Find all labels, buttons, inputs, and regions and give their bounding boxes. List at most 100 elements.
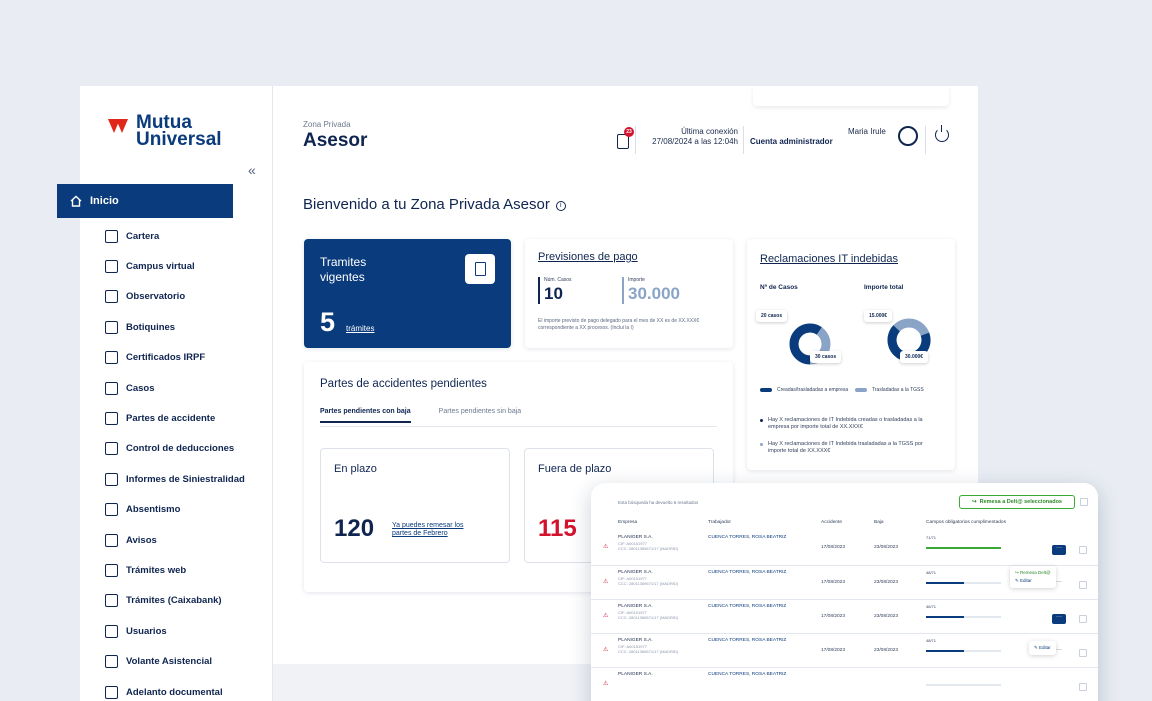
campos-progress-bar <box>926 616 1001 618</box>
sidebar-item-label: Certificados IRPF <box>126 352 206 364</box>
column-header-empresa[interactable]: Empresa <box>618 520 637 525</box>
cases-label-b: 30 casos <box>810 351 842 363</box>
table-row[interactable]: ⚠ PLANIGER S.A. CUENCA TORRES, ROSA BEATRI… <box>591 667 1098 701</box>
campos-value: 48/71 <box>926 570 937 575</box>
sidebar-item-cartera[interactable]: Cartera <box>105 221 245 251</box>
legend-label-a: Creadas/trasladadas a empresa <box>777 387 849 393</box>
header-divider <box>635 126 636 154</box>
trabajador-cell[interactable]: CUENCA TORRES, ROSA BEATRIZ <box>708 535 786 540</box>
table-row[interactable]: ⚠ PLANIGER S.A. CIF: A00151977 CCC: 2801136… <box>591 531 1098 565</box>
amount-header: Importe total <box>864 284 904 291</box>
sidebar-item-partes-de-accidente[interactable]: Partes de accidente <box>105 403 245 433</box>
trabajador-cell[interactable]: CUENCA TORRES, ROSA BEATRIZ <box>708 570 786 575</box>
sidebar-item-tr-mites-web[interactable]: Trámites web <box>105 555 245 585</box>
collapse-sidebar-button[interactable]: « <box>248 162 256 178</box>
users-icon <box>105 624 118 638</box>
legend-item-b: Trasladadas a la TGSS <box>855 387 950 393</box>
sidebar-item-usuarios[interactable]: Usuarios <box>105 616 245 646</box>
menu-remesa-label: Remesa Delt@ <box>1020 570 1051 575</box>
partes-tabs: Partes pendientes con baja Partes pendie… <box>320 408 549 423</box>
calculator-icon <box>105 442 118 456</box>
warning-icon: ⚠ <box>603 647 609 653</box>
amount-value: 30.000 <box>628 284 680 303</box>
menu-item-remesa[interactable]: ↪ Remesa Delt@ <box>1015 569 1051 577</box>
header-divider <box>925 126 926 154</box>
logout-power-icon[interactable] <box>935 125 949 142</box>
sidebar-item-tr-mites-caixabank-[interactable]: Trámites (Caixabank) <box>105 586 245 616</box>
reclamaciones-title[interactable]: Reclamaciones IT indebidas <box>760 253 898 265</box>
sidebar-item-botiquines[interactable]: Botiquines <box>105 312 245 342</box>
remesar-link[interactable]: Ya puedes remesar los partes de Febrero <box>392 522 477 538</box>
sidebar-item-adelanto-documental[interactable]: Adelanto documental <box>105 677 245 701</box>
empresa-ccc: CCC: 28011369671/17 (MADRID) <box>618 581 679 586</box>
last-connection-label: Última conexión <box>681 127 738 136</box>
sidebar-item-volante-asistencial[interactable]: Volante Asistencial <box>105 646 245 676</box>
tramites-link[interactable]: trámites <box>346 324 374 333</box>
sidebar-item-inicio[interactable]: Inicio <box>57 184 233 218</box>
campos-progress-bar <box>926 582 1001 584</box>
row-more-icon[interactable]: ··· <box>1056 579 1062 585</box>
legend-swatch-a <box>760 388 772 392</box>
column-header-trabajador[interactable]: Trabajador <box>708 520 731 525</box>
row-more-icon[interactable]: ··· <box>1056 647 1062 653</box>
user-avatar-icon[interactable] <box>898 126 918 146</box>
empresa-ccc: CCC: 28011369671/17 (MADRID) <box>618 649 679 654</box>
sidebar-item-absentismo[interactable]: Absentismo <box>105 495 245 525</box>
reclamaciones-bullet-b: Hay X reclamaciones de IT Indebida trasl… <box>760 441 940 455</box>
partes-title: Partes de accidentes pendientes <box>320 378 487 390</box>
logo[interactable]: Mutua Universal <box>108 113 222 149</box>
page-title: Asesor <box>303 130 368 151</box>
row-checkbox[interactable] <box>1079 649 1087 657</box>
column-header-accidente[interactable]: Accidente <box>821 520 842 525</box>
trabajador-cell[interactable]: CUENCA TORRES, ROSA BEATRIZ <box>708 672 786 677</box>
sidebar-item-control-de-deducciones[interactable]: Control de deducciones <box>105 434 245 464</box>
tab-sin-baja[interactable]: Partes pendientes sin baja <box>439 408 522 423</box>
bell-icon <box>105 533 118 547</box>
en-plazo-card[interactable]: En plazo 120 Ya puedes remesar los parte… <box>320 448 510 563</box>
tab-con-baja[interactable]: Partes pendientes con baja <box>320 408 411 423</box>
row-actions-button[interactable]: ··· <box>1052 545 1066 555</box>
select-all-checkbox[interactable] <box>1080 498 1088 506</box>
sidebar-item-avisos[interactable]: Avisos <box>105 525 245 555</box>
table-row[interactable]: ⚠ PLANIGER S.A. CIF: A00151977 CCC: 2801136… <box>591 599 1098 633</box>
welcome-text: Bienvenido a tu Zona Privada Asesor <box>303 196 550 213</box>
sidebar-item-casos[interactable]: Casos <box>105 373 245 403</box>
sidebar-item-campus-virtual[interactable]: Campus virtual <box>105 251 245 281</box>
table-row[interactable]: ⚠ PLANIGER S.A. CIF: A00151977 CCC: 2801136… <box>591 633 1098 667</box>
trabajador-cell[interactable]: CUENCA TORRES, ROSA BEATRIZ <box>708 638 786 643</box>
warning-icon: ⚠ <box>603 579 609 585</box>
certificate-icon <box>105 351 118 365</box>
empresa-cell: PLANIGER S.A. CIF: A00151977 CCC: 28011369… <box>618 638 678 655</box>
menu-item-editar[interactable]: ✎ Editar <box>1015 577 1051 585</box>
empresa-cell: PLANIGER S.A. CIF: A00151977 CCC: 28011369… <box>618 604 678 621</box>
tramites-vigentes-card[interactable]: Tramites vigentes 5 trámites <box>304 239 511 348</box>
campos-value: 46/71 <box>926 604 937 609</box>
row-actions-button[interactable]: ··· <box>1052 614 1066 624</box>
trabajador-cell[interactable]: CUENCA TORRES, ROSA BEATRIZ <box>708 604 786 609</box>
row-checkbox[interactable] <box>1079 615 1087 623</box>
previsiones-title[interactable]: Previsiones de pago <box>538 251 638 263</box>
remesa-selected-button[interactable]: ↪ Remesa a Delt@ seleccionados <box>959 495 1075 509</box>
sidebar-item-informes-de-siniestralidad[interactable]: Informes de Siniestralidad <box>105 464 245 494</box>
sidebar-item-label: Campus virtual <box>126 261 195 273</box>
amount-label: Importe <box>628 277 645 283</box>
row-checkbox[interactable] <box>1079 546 1087 554</box>
menu-item-editar[interactable]: ✎ Editar <box>1034 644 1051 652</box>
row-checkbox[interactable] <box>1079 581 1087 589</box>
baja-cell: 23/08/2023 <box>874 648 899 653</box>
cases-stat: Núm. Casos 10 <box>538 277 572 304</box>
column-header-campos[interactable]: Campos obligatorios cumplimentados <box>926 520 1006 525</box>
baja-cell: 23/08/2023 <box>874 580 899 585</box>
sidebar-item-label: Trámites (Caixabank) <box>126 595 222 607</box>
cases-label-a: 20 casos <box>756 310 788 322</box>
column-header-baja[interactable]: Baja <box>874 520 884 525</box>
accidente-cell: 17/08/2023 <box>821 614 846 619</box>
home-icon <box>70 195 82 207</box>
last-connection-value: 27/08/2024 a las 12:04h <box>652 137 738 146</box>
row-checkbox[interactable] <box>1079 683 1087 691</box>
sidebar-item-label: Observatorio <box>126 291 186 303</box>
campos-progress-bar <box>926 547 1001 549</box>
sidebar-item-observatorio[interactable]: Observatorio <box>105 282 245 312</box>
info-icon[interactable]: i <box>555 201 566 211</box>
sidebar-item-certificados-irpf[interactable]: Certificados IRPF <box>105 343 245 373</box>
